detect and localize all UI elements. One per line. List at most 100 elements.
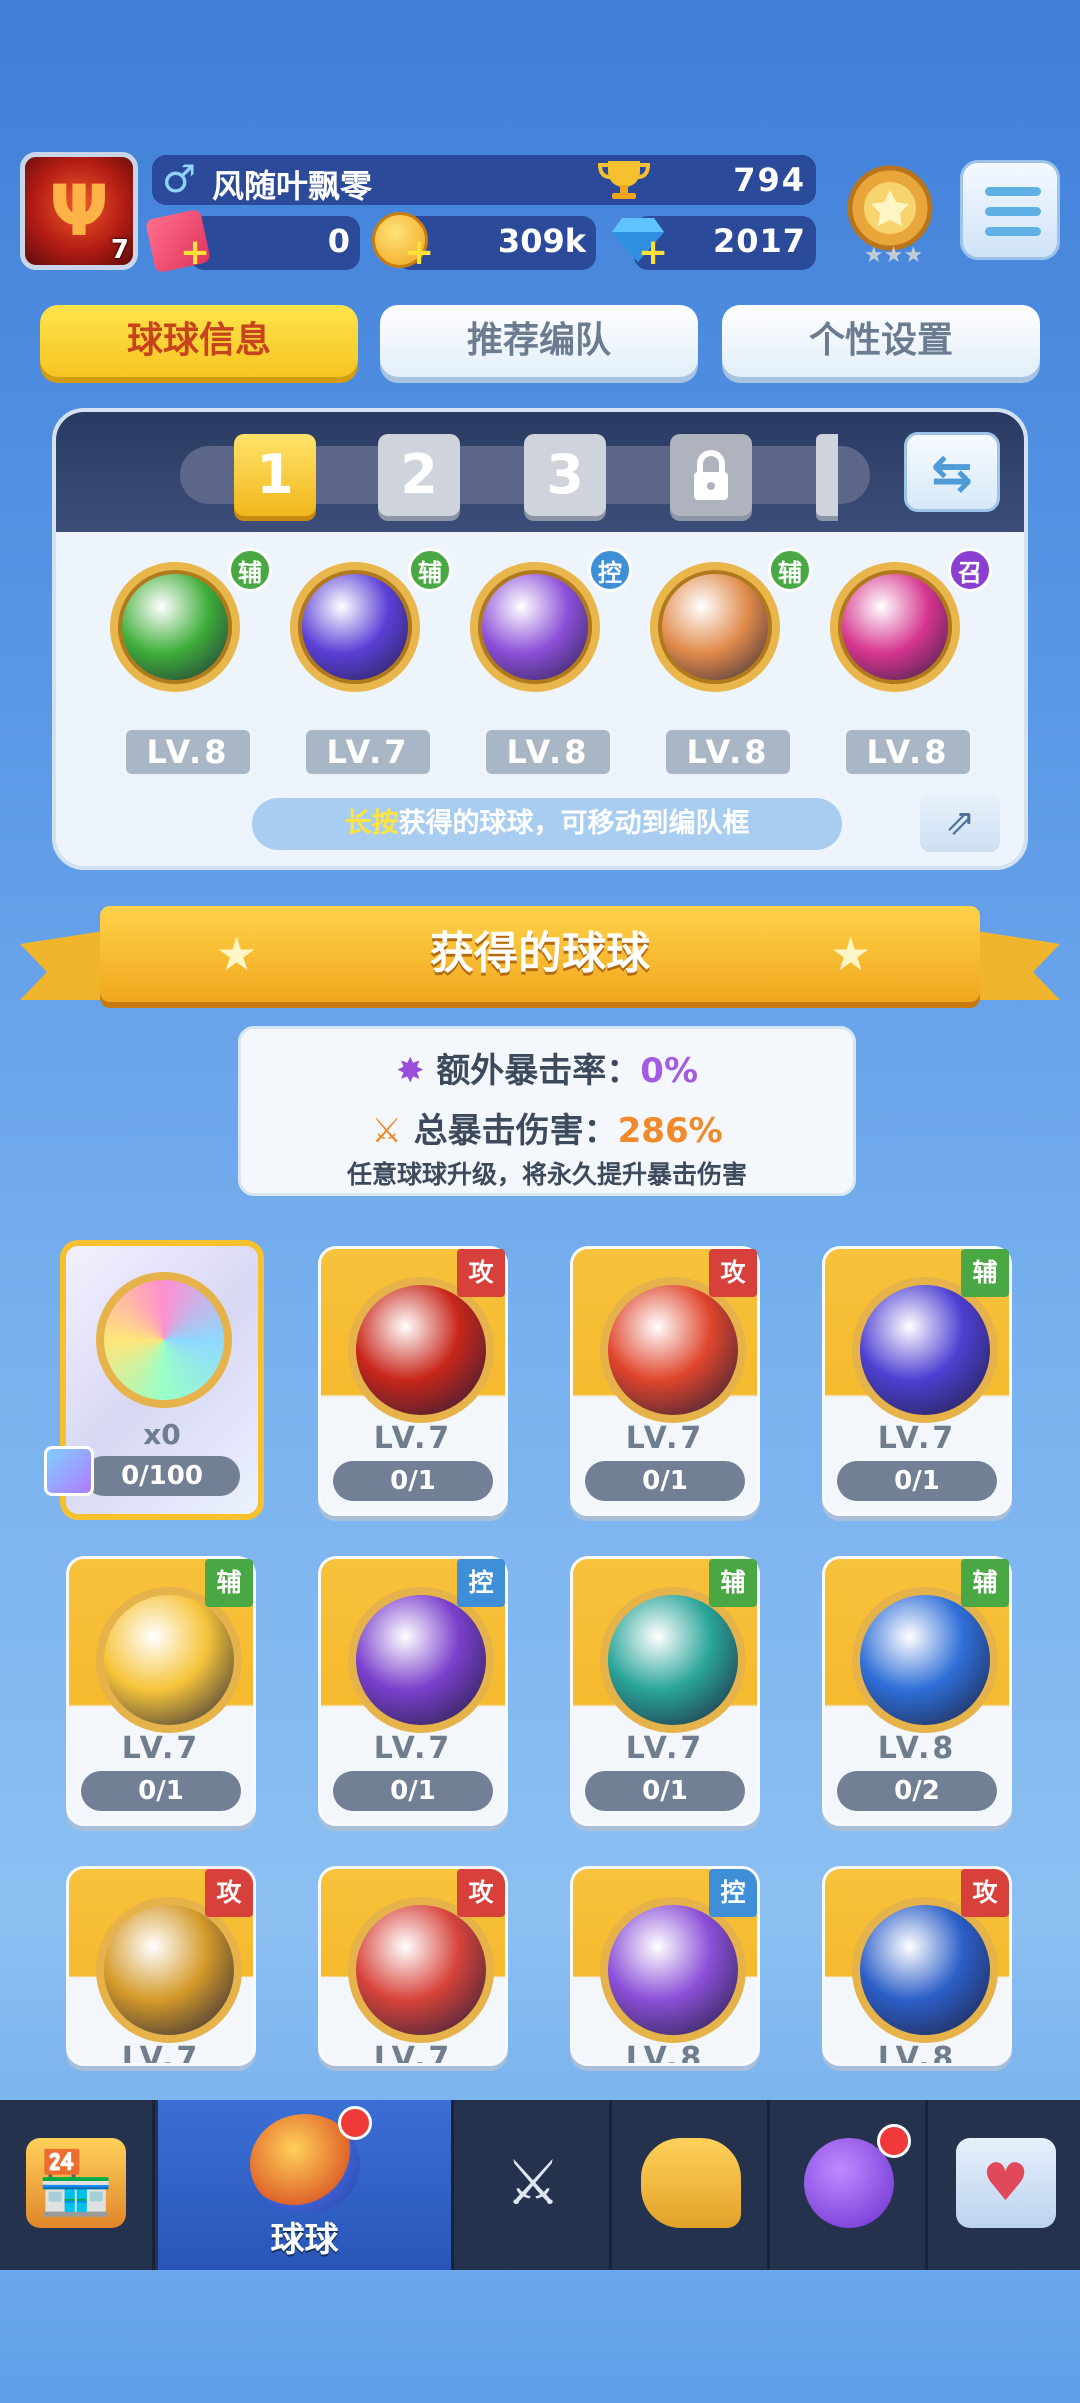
purple-butterfly-ball-icon[interactable] (470, 562, 600, 692)
svg-text:★★★: ★★★ (864, 243, 923, 268)
banner-left-ribbon (20, 930, 110, 1000)
nav-chat[interactable]: ♥ (931, 2100, 1080, 2270)
ball-card[interactable]: 辅 LV.7 0/1 (570, 1556, 760, 1826)
crossed-swords-icon: ⚔ (505, 2146, 561, 2219)
role-tag: 辅 (408, 548, 452, 592)
rainbow-clone-ball-icon[interactable] (650, 562, 780, 692)
obtained-balls-banner: ★ 获得的球球 ★ (100, 906, 980, 1002)
player-name-bar: ♂ 风随叶飘零 794 (152, 155, 816, 205)
swirl-ball-icon (96, 1272, 232, 1408)
ball-level: LV.7 (306, 730, 430, 774)
nav-whistle[interactable] (615, 2100, 770, 2270)
trophy-count: 794 (733, 161, 806, 199)
fragment-progress: 0/100 (84, 1456, 240, 1496)
team-slot-locked[interactable] (670, 434, 752, 516)
coin-count: 309k (497, 222, 586, 260)
crit-damage-label: 总暴击伤害： (413, 1111, 618, 1151)
team-slot-partial (816, 434, 838, 516)
ball-level: LV.8 (126, 730, 250, 774)
green-arrow-ball-icon[interactable] (110, 562, 240, 692)
spellbook-ball-icon (348, 1587, 494, 1733)
ball-progress: 0/1 (81, 1771, 241, 1811)
swap-team-button[interactable]: ⇆ (904, 432, 1000, 512)
crit-rate-value: 0% (640, 1051, 699, 1091)
ball-level: LV.8 (877, 1731, 957, 1766)
ball-level: LV.7 (373, 1421, 453, 1456)
trident-emblem-icon: Ψ (49, 170, 109, 252)
ball-card[interactable]: 辅 LV.7 0/1 (66, 1556, 256, 1826)
crit-damage-value: 286% (617, 1111, 723, 1151)
ball-card[interactable]: 控 LV.7 0/1 (318, 1556, 508, 1826)
player-name: 风随叶飘零 (212, 167, 373, 205)
nav-balls-label: 球球 (270, 2220, 339, 2260)
ball-card[interactable]: 控LV.80/2 (570, 1866, 760, 2066)
role-tag: 控 (709, 1869, 757, 1917)
lock-icon (694, 450, 728, 500)
team-slot-1[interactable]: 1 (234, 434, 316, 516)
tab-personal-settings[interactable]: 个性设置 (722, 305, 1040, 377)
pink-dagger-ball-icon[interactable] (830, 562, 960, 692)
menu-button[interactable] (960, 160, 1060, 260)
red-white-swirl-ball-icon (348, 1897, 494, 2043)
role-tag: 控 (457, 1559, 505, 1607)
ball-level: LV.8 (666, 730, 790, 774)
ball-progress: 0/1 (585, 1461, 745, 1501)
ball-card[interactable]: 攻 LV.7 0/1 (570, 1246, 760, 1516)
banner-right-ribbon (970, 930, 1060, 1000)
ball-card[interactable]: 攻LV.70/1 (66, 1866, 256, 2066)
add-ticket-icon[interactable]: + (180, 235, 210, 271)
ball-card[interactable]: 攻LV.70/1 (318, 1246, 508, 1516)
crit-damage-line: ⚔ 总暴击伤害：286% (241, 1103, 853, 1152)
ball-card[interactable]: 攻LV.80/2 (822, 1866, 1012, 2066)
purple-lightning-ball-icon[interactable] (290, 562, 420, 692)
nav-planet[interactable] (773, 2100, 928, 2270)
nav-shop[interactable]: 🏪 (0, 2100, 155, 2270)
diamond-count: 2017 (712, 222, 806, 260)
tab-ball-info[interactable]: 球球信息 (40, 305, 358, 377)
sun-ball-icon (96, 1587, 242, 1733)
nav-balls[interactable]: 球球 (158, 2100, 454, 2270)
ball-card[interactable]: 攻LV.70/1 (318, 1866, 508, 2066)
crit-stats-box: ✸ 额外暴击率：0% ⚔ 总暴击伤害：286% 任意球球升级，将永久提升暴击伤害 (238, 1026, 856, 1196)
player-avatar[interactable]: Ψ 7 (20, 152, 138, 270)
ball-level: LV.7 (625, 1421, 705, 1456)
ball-level: LV.7 (373, 2041, 453, 2066)
ice-crystal-ball-icon (852, 1587, 998, 1733)
role-tag: 攻 (709, 1249, 757, 1297)
ball-progress: 0/1 (333, 1461, 493, 1501)
add-coin-icon[interactable]: + (404, 235, 434, 271)
team-slot-3[interactable]: 3 (524, 434, 606, 516)
nav-battle[interactable]: ⚔ (457, 2100, 612, 2270)
fragment-count: x0 (143, 1418, 181, 1451)
share-button[interactable]: ⇗ (920, 794, 1000, 852)
puzzle-piece-icon (44, 1446, 94, 1496)
ball-level: LV.8 (486, 730, 610, 774)
ball-level: LV.7 (373, 1731, 453, 1766)
fragment-card[interactable]: x0 0/100 (44, 1240, 264, 1520)
team-slot-2[interactable]: 2 (378, 434, 460, 516)
role-tag: 辅 (961, 1559, 1009, 1607)
ball-card[interactable]: 辅 LV.7 0/1 (822, 1246, 1012, 1516)
star-icon: ★ (216, 927, 258, 981)
hint-text: 获得的球球，可移动到编队框 (398, 808, 750, 839)
ticket-count: 0 (327, 222, 350, 260)
team-panel: 1 2 3 ⇆ 辅 LV.8 辅 LV.7 控 LV.8 辅 LV.8 召 LV.8 长按获得的球… (52, 408, 1028, 870)
chat-heart-icon: ♥ (955, 2138, 1056, 2228)
trophy-icon (597, 157, 651, 201)
role-tag: 控 (588, 548, 632, 592)
share-icon: ⇗ (944, 802, 976, 843)
drag-hint: 长按获得的球球，可移动到编队框 (252, 798, 842, 850)
crit-rate-label: 额外暴击率： (436, 1051, 641, 1091)
hint-highlight: 长按 (344, 808, 399, 839)
rank-medal-icon[interactable]: ★★★ (838, 160, 942, 270)
tickets-bar[interactable]: 0 (190, 216, 360, 270)
ball-card[interactable]: 辅 LV.8 0/2 (822, 1556, 1012, 1826)
purple-lightning-ball-icon (852, 1277, 998, 1423)
ball-level: LV.7 (625, 1731, 705, 1766)
role-tag: 辅 (709, 1559, 757, 1607)
crit-rate-line: ✸ 额外暴击率：0% (241, 1043, 853, 1092)
add-diamond-icon[interactable]: + (638, 235, 668, 271)
tab-recommended-team[interactable]: 推荐编队 (380, 305, 698, 377)
ball-level: LV.8 (877, 2041, 957, 2066)
red-trident-ball-icon (348, 1277, 494, 1423)
